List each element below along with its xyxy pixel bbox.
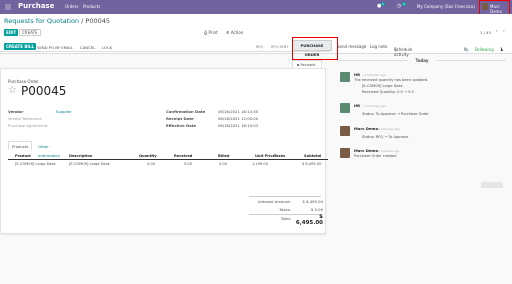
receipts-label: Receipts (300, 63, 316, 67)
tab-other-information[interactable]: Other Information (34, 141, 64, 158)
effective-date-label: Effective Date (166, 123, 197, 128)
following-label: Following (475, 47, 494, 52)
breadcrumb-parent[interactable]: Requests for Quotation (4, 17, 79, 25)
print-label: Print (208, 30, 218, 35)
untaxed-amount-label: Untaxed Amount: (257, 199, 291, 204)
order-lines-header: Product Description Quantity Received Bi… (8, 152, 328, 160)
prev-record-icon[interactable]: ‹ (496, 29, 498, 34)
form-sheet: Purchase Order ☆ P00045 Vendor Supplier … (0, 68, 328, 234)
note-placeholder (481, 182, 503, 188)
totals-divider (249, 196, 321, 197)
chatter-topbar: Send message Log note ◷ Schedule activit… (332, 41, 512, 57)
action-label: Action (230, 30, 244, 35)
col-taxes[interactable]: Taxes (274, 154, 285, 158)
col-quantity[interactable]: Quantity (139, 154, 157, 158)
total-label: Total: (280, 216, 291, 221)
create-bill-button[interactable]: CREATE BILL (4, 43, 37, 50)
message-author[interactable]: Marc Demo (354, 148, 378, 153)
receipt-date-value: 08/16/2021 12:00:00 (218, 116, 259, 121)
print-menu[interactable]: ⎙ Print (204, 30, 218, 35)
avatar[interactable] (340, 72, 350, 82)
vendor-label: Vendor (8, 109, 24, 114)
taxes-value: $ 0.00 (310, 207, 323, 212)
col-billed[interactable]: Billed (218, 154, 229, 158)
menu-orders[interactable]: Orders (65, 4, 78, 9)
message-line: Purchase Order created (354, 154, 397, 158)
breadcrumb-current: P00045 (85, 17, 111, 25)
col-description[interactable]: Description (69, 154, 92, 158)
star-icon[interactable]: ☆ (8, 85, 17, 96)
stage-rfq-sent[interactable]: RFQ SENT (271, 45, 289, 49)
cell-billed: 0.00 (219, 162, 228, 166)
stage-rfq[interactable]: RFQ (256, 45, 263, 49)
agreement-label: Purchase Agreement (8, 123, 48, 128)
cell-product: [E-COM09] Large Desk (15, 162, 56, 166)
taxes-label: Taxes: (279, 207, 291, 212)
company-switcher[interactable]: My Company (San Francisco) (417, 4, 475, 9)
tab-products[interactable]: Products (8, 141, 33, 150)
cell-unit-price: 1,299.00 (252, 162, 269, 166)
cancel-button[interactable]: CANCEL (80, 45, 95, 50)
avatar[interactable] (340, 148, 350, 158)
followers-count: 1 (500, 47, 503, 52)
message-time: - 4 minutes ago (376, 127, 400, 131)
edit-button[interactable]: EDIT (4, 29, 19, 36)
menu-products[interactable]: Products (83, 4, 100, 9)
app-name[interactable]: Purchase (18, 2, 54, 10)
send-po-button[interactable]: SEND PO BY EMAIL (37, 45, 73, 50)
col-unit-price[interactable]: Unit Price (255, 154, 275, 158)
avatar[interactable] (340, 126, 350, 136)
schedule-label: Schedule activity (394, 47, 413, 57)
confirmation-date-label: Confirmation Date (166, 109, 206, 114)
effective-date-value: 08/16/2021 16:15:03 (218, 123, 259, 128)
message-time: - 4 minutes ago (362, 73, 386, 77)
total-value: $ 6,495.00 (295, 214, 323, 226)
today-line-right (436, 60, 506, 61)
avatar[interactable] (340, 103, 350, 113)
lock-button[interactable]: LOCK (102, 45, 112, 50)
status-bar: CREATE BILL SEND PO BY EMAIL CANCEL LOCK… (0, 41, 330, 52)
cell-quantity: 5.00 (147, 162, 156, 166)
col-received[interactable]: Received (174, 154, 192, 158)
confirmation-date-value: 08/16/2021 16:14:30 (218, 109, 259, 114)
col-subtotal[interactable]: Subtotal (304, 154, 321, 158)
col-product[interactable]: Product (15, 154, 31, 158)
attachments-count: 0 (464, 47, 467, 52)
create-button[interactable]: CREATE (19, 29, 41, 36)
log-note-button[interactable]: Log note (370, 44, 387, 49)
breadcrumb: Requests for Quotation / P00045 (4, 17, 110, 25)
message-line: Status: To Approve → Purchase Order (362, 112, 429, 116)
action-menu[interactable]: ⚙ Action (226, 30, 243, 35)
message-author[interactable]: HR (354, 103, 360, 108)
message-line: Status: RFQ → To Approve (362, 135, 409, 139)
message-line: [E-COM09] Large Desk (362, 84, 403, 88)
clock-icon[interactable]: ◷ (397, 3, 401, 9)
chat-count-badge: 5 (381, 2, 385, 6)
next-record-icon[interactable]: › (503, 29, 505, 34)
activity-count-badge: 9 (402, 2, 406, 6)
cell-description: [E-COM09] Large Desk (69, 162, 110, 166)
message-time: - 4 minutes ago (376, 149, 400, 153)
untaxed-amount-value: $ 6,495.00 (302, 199, 323, 204)
cell-subtotal: $ 6,495.00 (302, 162, 322, 166)
vendor-value[interactable]: Supplier (56, 109, 72, 114)
message-line: Received Quantity: 0.0 → 5.0 (362, 90, 414, 94)
message-author[interactable]: Marc Demo (354, 126, 378, 131)
apps-menu-icon[interactable] (5, 4, 11, 10)
message-author[interactable]: HR (354, 72, 360, 77)
cell-received: 5.00 (184, 162, 193, 166)
vendor-ref-label: Vendor Reference (8, 116, 42, 121)
breadcrumb-separator: / (81, 17, 84, 25)
receipt-date-label: Receipt Date (166, 116, 194, 121)
pager[interactable]: 1 / 43 (480, 30, 491, 35)
top-navbar: Purchase Orders Products ● 5 ◷ 9 My Comp… (0, 0, 512, 14)
send-message-button[interactable]: Send message (337, 44, 366, 49)
message-time: - 4 minutes ago (362, 104, 386, 108)
po-number: P00045 (21, 84, 67, 98)
message-line: The received quantity has been updated. (354, 78, 429, 82)
